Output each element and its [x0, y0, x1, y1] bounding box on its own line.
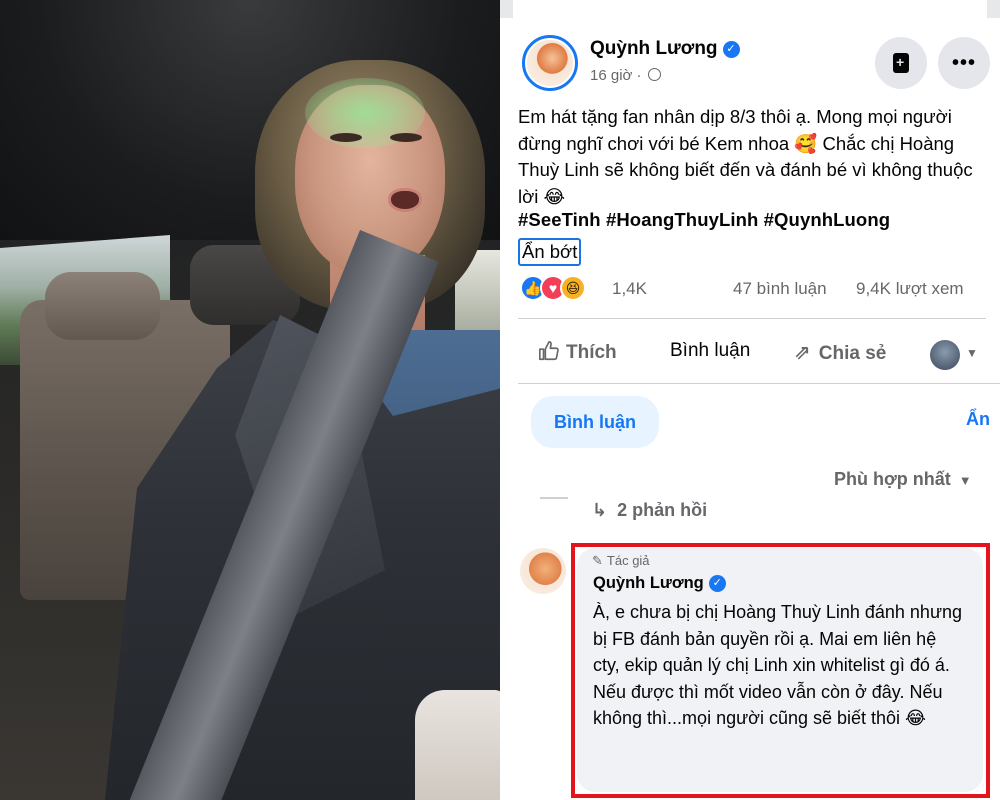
globe-icon — [647, 68, 661, 81]
post-meta: 16 giờ · — [590, 67, 661, 84]
author-name-row: Quỳnh Lương ✓ — [590, 38, 740, 60]
comment-text: À, e chưa bị chị Hoàng Thuỳ Linh đánh nh… — [593, 602, 963, 728]
verified-badge-icon: ✓ — [722, 41, 740, 58]
thumbs-up-icon — [539, 341, 559, 361]
thread-line — [540, 497, 568, 499]
comment-sort-dropdown[interactable]: Phù hợp nhất ▼ — [834, 469, 972, 490]
sort-label: Phù hợp nhất — [834, 469, 951, 489]
author-avatar-image — [527, 40, 573, 86]
person-eye-right — [390, 133, 422, 142]
comments-tab[interactable]: Bình luận — [531, 396, 659, 448]
author-name[interactable]: Quỳnh Lương — [590, 38, 718, 59]
view-count: 9,4K lượt xem — [856, 279, 964, 298]
view-replies-link[interactable]: ↳ 2 phản hồi — [592, 500, 707, 521]
pen-icon: ✎ — [592, 553, 603, 568]
person-eye-left — [330, 133, 362, 142]
chevron-down-icon: ▼ — [958, 473, 972, 488]
more-options-button[interactable]: ••• — [938, 37, 990, 89]
more-icon: ••• — [951, 51, 976, 74]
post-body: Em hát tặng fan nhân dịp 8/3 thôi ạ. Mon… — [518, 106, 973, 207]
comment-count[interactable]: 47 bình luận — [733, 279, 827, 299]
hide-comments-link[interactable]: Ẩn — [966, 409, 990, 430]
reaction-icons[interactable]: 👍 ♥ 😆 — [520, 274, 586, 302]
bookmark-icon — [893, 53, 909, 73]
top-edge-left — [500, 0, 513, 18]
haha-icon: 😆 — [560, 275, 586, 301]
divider — [518, 383, 1000, 384]
video-frame[interactable] — [0, 0, 500, 800]
comment-label: Bình luận — [670, 340, 751, 361]
share-button[interactable]: ⇗ Chia sẻ — [794, 340, 886, 365]
share-icon: ⇗ — [794, 342, 811, 364]
post-hashtags[interactable]: #SeeTinh #HoangThuyLinh #QuynhLuong — [518, 209, 890, 231]
save-button[interactable] — [875, 37, 927, 89]
comment-author-row: Quỳnh Lương ✓ — [593, 574, 726, 593]
reaction-count[interactable]: 1,4K — [612, 279, 647, 299]
replies-label: 2 phản hồi — [617, 500, 708, 520]
comment-author-name[interactable]: Quỳnh Lương — [593, 574, 704, 592]
author-tag: ✎ Tác giả — [592, 553, 650, 569]
viewer-avatar[interactable] — [930, 340, 960, 370]
chevron-down-icon[interactable]: ▼ — [966, 346, 978, 360]
divider — [518, 318, 986, 319]
car-headrest-left — [45, 272, 160, 340]
meta-separator: · — [636, 67, 642, 84]
person-mouth — [388, 188, 422, 212]
top-edge-right — [987, 0, 1000, 18]
share-label: Chia sẻ — [818, 343, 887, 364]
person-hand — [415, 690, 500, 800]
reply-arrow-icon: ↳ — [592, 500, 608, 520]
author-avatar[interactable] — [522, 35, 578, 91]
post-time[interactable]: 16 giờ — [590, 67, 632, 84]
see-less-link[interactable]: Ẩn bớt — [518, 238, 582, 266]
comment-author-avatar[interactable] — [520, 548, 566, 594]
author-tag-label: Tác giả — [606, 553, 650, 568]
like-label: Thích — [566, 342, 617, 363]
like-button[interactable]: Thích — [538, 340, 617, 364]
verified-badge-icon: ✓ — [708, 575, 726, 592]
comment-button[interactable]: Bình luận — [670, 340, 750, 362]
facebook-post: Quỳnh Lương✓ 16 giờ · ••• Em hát tặng fa… — [500, 0, 1000, 800]
